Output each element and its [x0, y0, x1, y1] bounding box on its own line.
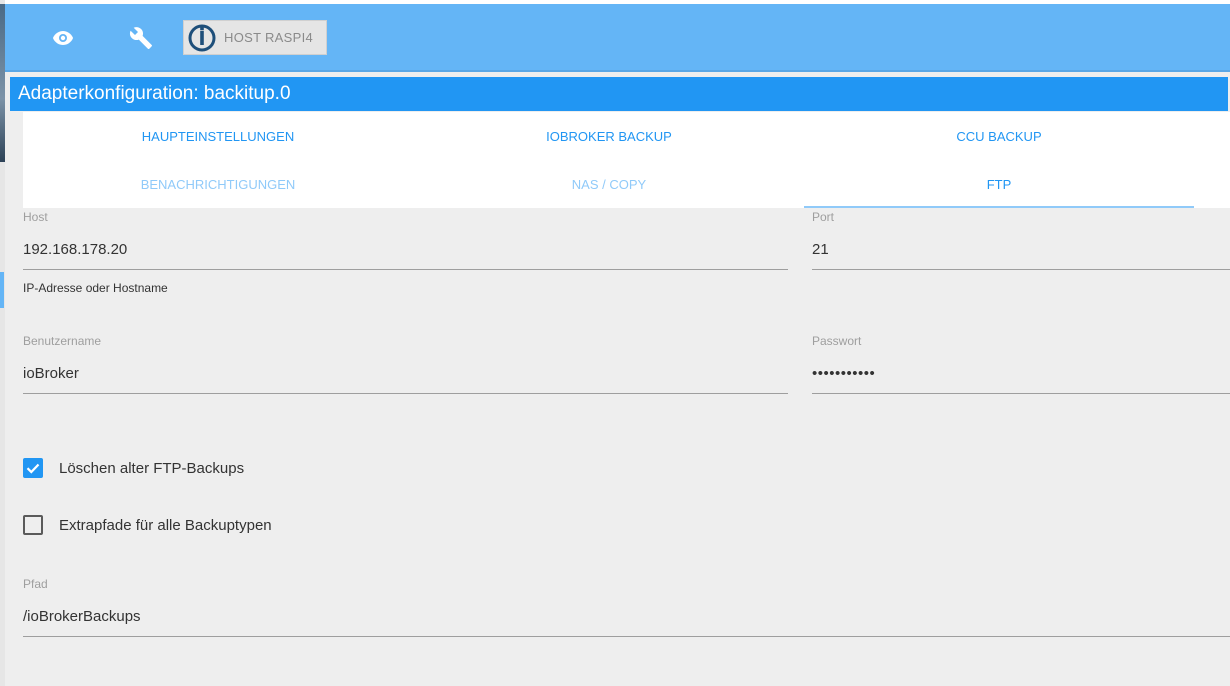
tab-nas-copy[interactable]: NAS / COPY	[414, 160, 804, 208]
content-area: Adapterkonfiguration: backitup.0 HAUPTEI…	[5, 72, 1230, 686]
extra-paths-label: Extrapfade für alle Backuptypen	[59, 517, 272, 534]
host-input[interactable]: 192.168.178.20	[23, 230, 788, 270]
tab-haupteinstellungen[interactable]: HAUPTEINSTELLUNGEN	[23, 112, 413, 160]
tab-ccu-backup[interactable]: CCU BACKUP	[804, 112, 1194, 160]
port-label: Port	[812, 210, 835, 224]
host-label: HOST RASPI4	[224, 30, 314, 45]
page-title: Adapterkonfiguration: backitup.0	[10, 77, 1228, 111]
port-input[interactable]: 21	[812, 230, 1230, 270]
path-input[interactable]: /ioBrokerBackups	[23, 597, 1230, 637]
password-label: Passwort	[812, 334, 862, 348]
username-label: Benutzername	[23, 334, 102, 348]
side-indicator	[0, 272, 4, 308]
extra-paths-checkbox[interactable]	[23, 515, 43, 535]
checkmark-icon	[26, 463, 40, 474]
path-label: Pfad	[23, 577, 48, 591]
tab-iobroker-backup[interactable]: IOBROKER BACKUP	[414, 112, 804, 160]
password-input[interactable]: •••••••••••	[812, 354, 1230, 394]
tab-bar: HAUPTEINSTELLUNGEN IOBROKER BACKUP CCU B…	[23, 112, 1230, 208]
wrench-icon[interactable]	[125, 22, 157, 54]
top-toolbar: HOST RASPI4	[5, 4, 1230, 72]
active-tab-indicator	[804, 206, 1194, 208]
username-input[interactable]: ioBroker	[23, 354, 788, 394]
tab-ftp[interactable]: FTP	[804, 160, 1194, 208]
delete-old-backups-checkbox[interactable]	[23, 458, 43, 478]
iobroker-logo-icon	[188, 24, 216, 51]
eye-icon[interactable]	[47, 22, 79, 54]
host-helper-text: IP-Adresse oder Hostname	[23, 281, 168, 295]
tab-benachrichtigungen[interactable]: BENACHRICHTIGUNGEN	[23, 160, 413, 208]
host-label: Host	[23, 210, 48, 224]
host-selector-button[interactable]: HOST RASPI4	[183, 20, 327, 55]
delete-old-backups-label: Löschen alter FTP-Backups	[59, 460, 245, 477]
